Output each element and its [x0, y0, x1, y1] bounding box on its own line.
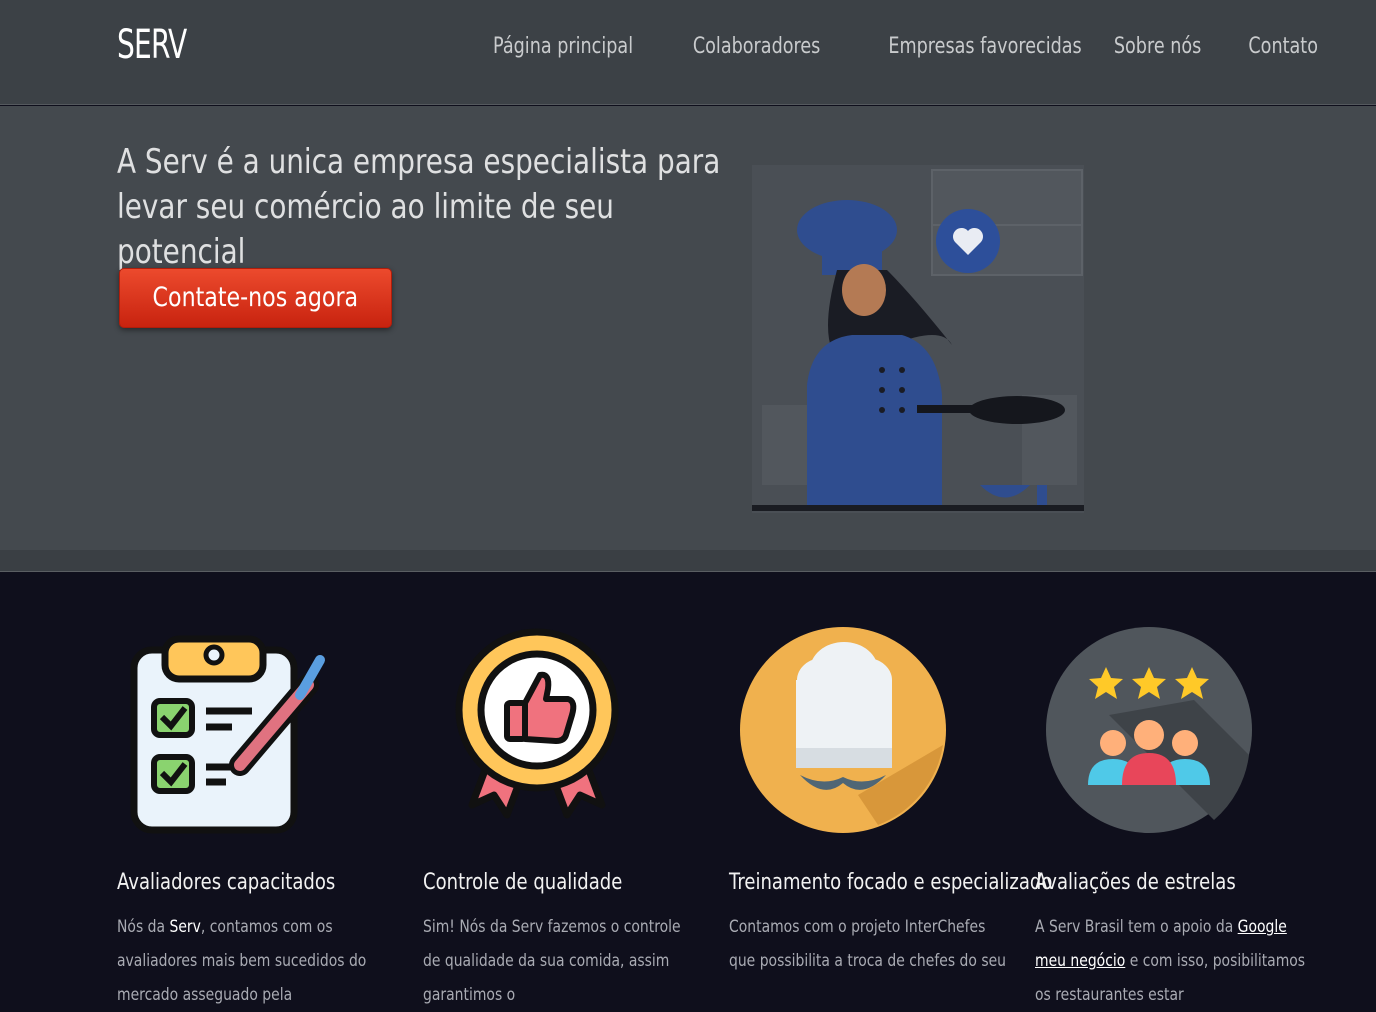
feature-text-evaluators-brand: Serv [169, 917, 201, 937]
hero-divider [0, 550, 1376, 572]
nav-link-about[interactable]: Sobre nós [1114, 34, 1201, 59]
feature-text-evaluators-pre: Nós da [117, 917, 170, 937]
nav-link-contact[interactable]: Contato [1248, 34, 1318, 59]
feature-text-evaluators: Nós da Serv, contamos com os avaliadores… [117, 910, 396, 1012]
feature-text-quality-control: Sim! Nós da Serv fazemos o controle de q… [423, 917, 681, 1005]
chef-hat-icon [740, 627, 946, 833]
feature-text-star-ratings: A Serv Brasil tem o apoio da Google meu … [1035, 910, 1314, 1012]
site-logo[interactable]: SERV [117, 22, 187, 68]
feature-text-star-ratings-pre: A Serv Brasil tem o apoio da [1035, 917, 1238, 937]
hero-title-line-2: levar seu comércio ao limite de seu pote… [117, 187, 614, 272]
star-rating-people-icon [1046, 627, 1252, 833]
nav-link-home[interactable]: Página principal [493, 34, 633, 59]
feature-title-evaluators: Avaliadores capacitados [117, 870, 336, 895]
feature-text-training: Contamos com o projeto InterChefes que p… [729, 917, 1007, 971]
hero-title-line-1: A Serv é a unica empresa especialista pa… [117, 142, 721, 182]
feature-title-training: Treinamento focado e especializado [729, 870, 1053, 895]
nav-link-favored-companies[interactable]: Empresas favorecidas [888, 34, 1081, 59]
feature-title-quality-control: Controle de qualidade [423, 870, 623, 895]
hero-title: A Serv é a unica empresa especialista pa… [117, 140, 740, 275]
contact-now-button-label: Contate-nos agora [152, 282, 359, 313]
thumbs-up-badge-icon [455, 628, 619, 819]
site-header: SERV Página principal Colaboradores Empr… [0, 0, 1376, 105]
clipboard-checklist-icon [130, 635, 325, 834]
main-nav: Página principal Colaboradores Empresas … [444, 34, 1318, 59]
chef-cooking-illustration [752, 165, 1084, 513]
nav-link-collaborators[interactable]: Colaboradores [692, 34, 819, 59]
contact-now-button[interactable]: Contate-nos agora [119, 268, 392, 328]
feature-title-star-ratings: Avaliações de estrelas [1035, 870, 1236, 895]
